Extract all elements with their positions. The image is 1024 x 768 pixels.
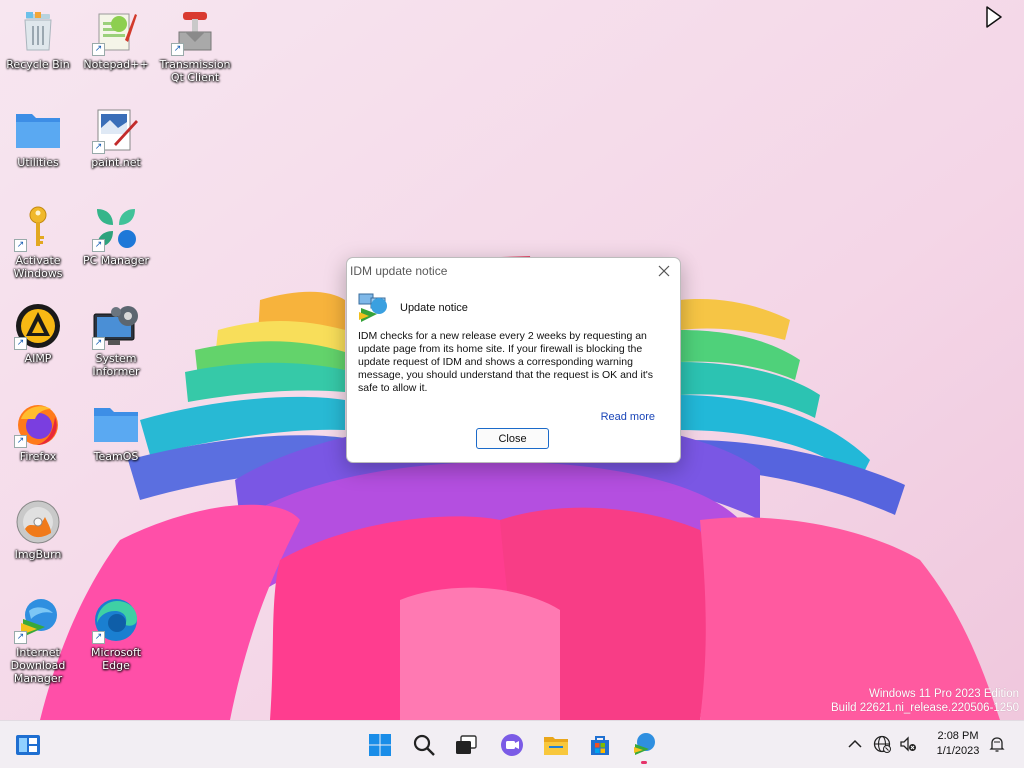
idm-icon <box>634 733 655 755</box>
pc-manager-icon: ↗ <box>92 204 140 252</box>
volume-button[interactable] <box>899 735 917 753</box>
idm-update-dialog: IDM update notice Update notice IDM chec… <box>346 257 681 463</box>
speaker-muted-icon <box>900 736 916 752</box>
search-button[interactable] <box>406 727 442 763</box>
shortcut-arrow-icon: ↗ <box>92 337 105 350</box>
chevron-up-icon <box>848 739 862 748</box>
folder-icon <box>92 400 140 448</box>
shortcut-arrow-icon: ↗ <box>92 141 105 154</box>
network-button[interactable] <box>873 735 891 753</box>
task-view-icon <box>456 735 477 754</box>
dialog-title: IDM update notice <box>350 264 448 278</box>
desktop-icon-paint-net[interactable]: ↗ paint.net <box>78 106 154 169</box>
paint-net-icon: ↗ <box>92 106 140 154</box>
chat-icon <box>501 734 523 756</box>
clock[interactable]: 2:08 PM 1/1/2023 <box>930 729 986 759</box>
desktop-icon-label: TeamOS <box>93 450 139 463</box>
watermark-edition: Windows 11 Pro 2023 Edition <box>868 688 1019 700</box>
clock-time: 2:08 PM <box>937 730 979 742</box>
globe-icon <box>873 735 891 753</box>
folder-icon <box>14 106 62 154</box>
shortcut-arrow-icon: ↗ <box>14 337 27 350</box>
desktop-icon-label: paint.net <box>91 156 141 169</box>
notepad-plus-plus-icon: ↗ <box>92 8 140 56</box>
search-icon <box>413 734 435 756</box>
shortcut-arrow-icon: ↗ <box>14 239 27 252</box>
microsoft-store-icon <box>591 736 609 755</box>
transmission-icon: ↗ <box>171 8 219 56</box>
desktop-icon-recycle-bin[interactable]: Recycle Bin <box>0 8 76 71</box>
edge-icon: ↗ <box>92 596 140 644</box>
desktop-icon-pc-manager[interactable]: ↗ PC Manager <box>78 204 154 267</box>
desktop-icon-utilities[interactable]: Utilities <box>0 106 76 169</box>
chat-button[interactable] <box>494 727 530 763</box>
file-explorer-icon <box>544 737 568 755</box>
desktop-icon-label: ImgBurn <box>14 548 62 561</box>
desktop-icon-imgburn[interactable]: ImgBurn <box>0 498 76 561</box>
watermark-build: Build 22621.ni_release.220506-1250 <box>831 702 1019 714</box>
desktop-icon-teamos[interactable]: TeamOS <box>78 400 154 463</box>
task-view-button[interactable] <box>448 727 484 763</box>
shortcut-arrow-icon: ↗ <box>171 43 184 56</box>
firefox-icon: ↗ <box>14 400 62 448</box>
start-button[interactable] <box>362 727 398 763</box>
shortcut-arrow-icon: ↗ <box>92 43 105 56</box>
widgets-icon <box>16 735 40 755</box>
dialog-heading: Update notice <box>400 302 468 314</box>
close-icon[interactable] <box>656 263 672 279</box>
recycle-bin-icon <box>14 8 62 56</box>
desktop-icon-label: Activate Windows <box>13 254 63 280</box>
aimp-icon: ↗ <box>14 302 62 350</box>
network-update-icon <box>357 292 391 324</box>
notification-bell-icon <box>989 737 1005 752</box>
shortcut-arrow-icon: ↗ <box>92 239 105 252</box>
clock-date: 1/1/2023 <box>936 745 980 757</box>
desktop-icon-activate-windows[interactable]: ↗ Activate Windows <box>0 204 76 280</box>
desktop-icon-label: Transmission Qt Client <box>159 58 231 84</box>
widgets-button[interactable] <box>10 727 46 763</box>
windows-start-icon <box>369 734 391 756</box>
show-hidden-icons-button[interactable] <box>846 735 864 753</box>
desktop-icon-notepad-plus-plus[interactable]: ↗ Notepad++ <box>78 8 154 71</box>
desktop-icon-label: Notepad++ <box>83 58 149 71</box>
running-indicator <box>641 761 647 764</box>
desktop-icon-aimp[interactable]: ↗ AIMP <box>0 302 76 365</box>
read-more-link[interactable]: Read more <box>601 411 655 423</box>
taskbar-idm-button[interactable] <box>626 727 662 764</box>
notifications-button[interactable] <box>988 735 1006 753</box>
desktop-icon-firefox[interactable]: ↗ Firefox <box>0 400 76 463</box>
desktop-icon-label: Microsoft Edge <box>90 646 142 672</box>
shortcut-arrow-icon: ↗ <box>92 631 105 644</box>
desktop-icon-label: Utilities <box>17 156 59 169</box>
key-icon: ↗ <box>14 204 62 252</box>
desktop-icon-transmission[interactable]: ↗ Transmission Qt Client <box>157 8 233 84</box>
desktop-icon-label: PC Manager <box>82 254 150 267</box>
dialog-message: IDM checks for a new release every 2 wee… <box>358 330 654 394</box>
microsoft-store-button[interactable] <box>582 727 618 763</box>
file-explorer-button[interactable] <box>538 727 574 763</box>
imgburn-icon <box>14 498 62 546</box>
desktop-icon-label: Internet Download Manager <box>10 646 66 685</box>
taskbar: 2:08 PM 1/1/2023 <box>0 720 1024 768</box>
desktop-icon-label: AIMP <box>24 352 52 365</box>
system-informer-icon: ↗ <box>92 302 140 350</box>
mouse-pointer-icon <box>986 6 1002 28</box>
shortcut-arrow-icon: ↗ <box>14 435 27 448</box>
close-button[interactable]: Close <box>476 428 549 449</box>
desktop-icon-label: Recycle Bin <box>6 58 70 71</box>
desktop-icon-system-informer[interactable]: ↗ System Informer <box>78 302 154 378</box>
idm-icon: ↗ <box>14 596 62 644</box>
desktop-icon-internet-download-manager[interactable]: ↗ Internet Download Manager <box>0 596 76 685</box>
desktop-icon-label: Firefox <box>19 450 57 463</box>
desktop-icon-microsoft-edge[interactable]: ↗ Microsoft Edge <box>78 596 154 672</box>
desktop-icon-label: System Informer <box>92 352 140 378</box>
windows-watermark: Windows 11 Pro 2023 Edition Build 22621.… <box>831 687 1019 715</box>
shortcut-arrow-icon: ↗ <box>14 631 27 644</box>
